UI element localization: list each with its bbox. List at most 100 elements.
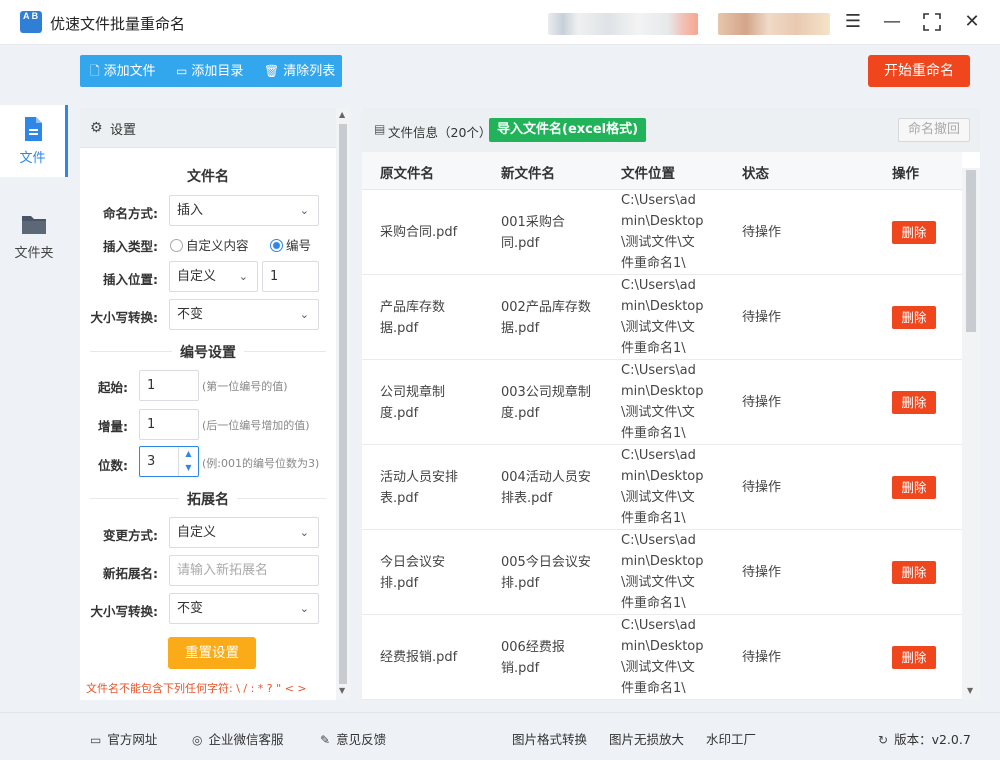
radio-custom-content[interactable]: 自定义内容: [170, 235, 249, 254]
undo-rename-button[interactable]: 命名撤回: [898, 118, 970, 142]
file-info-label: 文件信息（20个）: [388, 125, 492, 140]
stepper-arrows-icon[interactable]: ▲ ▼: [178, 447, 198, 476]
scroll-down-icon[interactable]: ▼: [339, 686, 345, 695]
naming-mode-value: 插入: [177, 203, 204, 218]
file-icon: [24, 117, 42, 141]
menu-icon[interactable]: ☰: [841, 10, 865, 34]
scroll-thumb[interactable]: [966, 170, 976, 332]
delete-button[interactable]: 删除: [892, 391, 936, 414]
refresh-icon: ↻: [878, 733, 889, 747]
radio-number[interactable]: 编号: [270, 235, 311, 254]
start-rename-button[interactable]: 开始重命名: [868, 55, 970, 87]
chat-icon: ◎: [192, 733, 203, 747]
img-convert-link[interactable]: 图片格式转换: [512, 729, 587, 748]
watermark-link[interactable]: 水印工厂: [706, 729, 756, 748]
table-header: 原文件名 新文件名 文件位置 状态 操作: [362, 152, 962, 190]
delete-button[interactable]: 删除: [892, 646, 936, 669]
radio-custom-content-label: 自定义内容: [186, 238, 249, 253]
add-file-button[interactable]: 🗋 添加文件: [90, 55, 156, 87]
user-info-blurred[interactable]: [548, 13, 698, 35]
section-numbering-title: 编号设置: [80, 342, 336, 362]
table-row[interactable]: 产品库存数据.pdf 002产品库存数据.pdf C:\Users\admin\…: [362, 275, 962, 360]
status-cell: 待操作: [742, 225, 782, 240]
footer: ▭ 官方网址 ◎ 企业微信客服 ✎ 意见反馈 图片格式转换 图片无损放大 水印工厂 ↻…: [0, 712, 1000, 760]
close-icon[interactable]: ✕: [960, 10, 984, 34]
location-cell: C:\Users\admin\Desktop\测试文件\文件重命名1\: [621, 618, 704, 696]
start-hint: (第一位编号的值): [202, 380, 288, 393]
insert-pos-number-input[interactable]: 1: [262, 261, 319, 292]
file-add-icon: 🗋: [90, 64, 100, 78]
ext-mode-label: 变更方式:: [103, 528, 158, 543]
chevron-down-icon: ⌄: [299, 204, 309, 217]
insert-pos-select[interactable]: 自定义 ⌄: [169, 261, 258, 292]
new-ext-input[interactable]: 请输入新拓展名: [169, 555, 319, 586]
ext-case-value: 不变: [177, 601, 204, 616]
wechat-link[interactable]: ◎ 企业微信客服: [192, 729, 284, 748]
location-cell: C:\Users\admin\Desktop\测试文件\文件重命名1\: [621, 278, 704, 356]
location-cell: C:\Users\admin\Desktop\测试文件\文件重命名1\: [621, 193, 704, 271]
section-filename-title: 文件名: [187, 169, 229, 185]
table-row[interactable]: 采购合同.pdf 001采购合同.pdf C:\Users\admin\Desk…: [362, 190, 962, 275]
ext-case-select[interactable]: 不变 ⌄: [169, 593, 319, 624]
step-label: 增量:: [98, 419, 128, 434]
new-name-cell: 002产品库存数据.pdf: [501, 300, 591, 336]
add-dir-button[interactable]: ▭ 添加目录: [176, 55, 243, 87]
nav-item-folder[interactable]: 文件夹: [0, 200, 68, 272]
insert-type-radio-group: 自定义内容 编号: [170, 235, 330, 255]
step-input[interactable]: 1: [139, 409, 199, 440]
status-cell: 待操作: [742, 650, 782, 665]
status-cell: 待操作: [742, 395, 782, 410]
scroll-thumb[interactable]: [339, 124, 347, 684]
table-row[interactable]: 今日会议安排.pdf 005今日会议安排.pdf C:\Users\admin\…: [362, 530, 962, 615]
digits-stepper[interactable]: 3 ▲ ▼: [139, 446, 199, 477]
clear-list-button[interactable]: 🗑 清除列表: [264, 55, 335, 87]
delete-button[interactable]: 删除: [892, 221, 936, 244]
website-link[interactable]: ▭ 官方网址: [90, 729, 157, 748]
scroll-down-icon[interactable]: ▼: [967, 686, 973, 695]
table-row[interactable]: 公司规章制度.pdf 003公司规章制度.pdf C:\Users\admin\…: [362, 360, 962, 445]
globe-icon: ▭: [90, 733, 102, 747]
window-title: 优速文件批量重命名: [50, 15, 186, 33]
delete-button[interactable]: 删除: [892, 306, 936, 329]
file-panel: ▤ 文件信息（20个） 导入文件名(excel格式) 命名撤回 原文件名 新文件…: [362, 108, 980, 700]
delete-button[interactable]: 删除: [892, 476, 936, 499]
table-scrollbar[interactable]: ▼: [962, 168, 980, 700]
nav-file-label: 文件: [19, 151, 46, 166]
version-label: 版本：v2.0.7: [894, 732, 971, 747]
import-names-button[interactable]: 导入文件名(excel格式): [489, 118, 647, 142]
vip-info-blurred[interactable]: [718, 13, 830, 35]
radio-selected-icon: [270, 239, 283, 252]
new-name-cell: 006经费报销.pdf: [501, 640, 565, 676]
feedback-link[interactable]: ✎ 意见反馈: [320, 729, 386, 748]
nav-folder-label: 文件夹: [14, 246, 54, 261]
document-icon: ▤: [374, 122, 386, 136]
naming-mode-label: 命名方式:: [103, 206, 158, 221]
radio-number-label: 编号: [286, 238, 312, 253]
maximize-icon[interactable]: [920, 10, 944, 34]
table-row[interactable]: 经费报销.pdf 006经费报销.pdf C:\Users\admin\Desk…: [362, 615, 962, 700]
radio-circle-icon: [170, 239, 183, 252]
minimize-icon[interactable]: —: [880, 10, 904, 34]
folder-add-icon: ▭: [176, 64, 188, 78]
status-cell: 待操作: [742, 565, 782, 580]
digits-value: 3: [147, 454, 156, 469]
add-dir-label: 添加目录: [191, 64, 244, 79]
version-info[interactable]: ↻ 版本：v2.0.7: [878, 729, 971, 748]
settings-scrollbar[interactable]: ▲ ▼: [336, 108, 350, 700]
col-status: 状态: [742, 166, 769, 182]
table-row[interactable]: 活动人员安排表.pdf 004活动人员安排表.pdf C:\Users\admi…: [362, 445, 962, 530]
start-input[interactable]: 1: [139, 370, 199, 401]
reset-button[interactable]: 重置设置: [168, 637, 256, 669]
delete-button[interactable]: 删除: [892, 561, 936, 584]
new-name-cell: 001采购合同.pdf: [501, 215, 565, 251]
nav-item-file[interactable]: 文件: [0, 105, 68, 177]
orig-name-cell: 经费报销.pdf: [380, 650, 458, 665]
naming-mode-select[interactable]: 插入 ⌄: [169, 195, 319, 226]
img-upscale-link[interactable]: 图片无损放大: [609, 729, 684, 748]
ext-mode-select[interactable]: 自定义 ⌄: [169, 517, 319, 548]
case-label: 大小写转换:: [90, 310, 159, 325]
scroll-up-icon[interactable]: ▲: [339, 110, 345, 119]
orig-name-cell: 活动人员安排表.pdf: [380, 470, 459, 506]
case-select[interactable]: 不变 ⌄: [169, 299, 319, 330]
feedback-icon: ✎: [320, 733, 331, 747]
